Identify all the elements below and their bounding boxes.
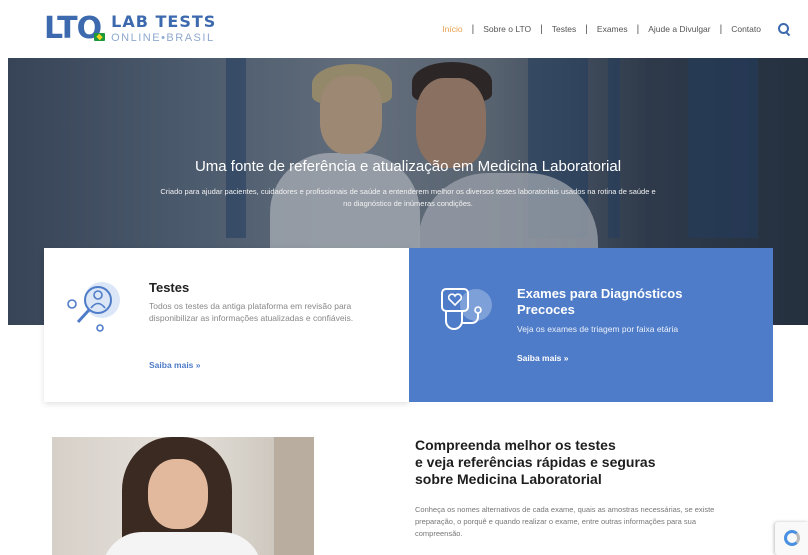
logo-mark: LTO [44, 11, 106, 46]
logo-mark-text: LTO [44, 11, 102, 46]
main-nav: Início | Sobre o LTO | Testes | Exames |… [433, 23, 790, 35]
nav-item-inicio[interactable]: Início [433, 24, 471, 34]
site-header: LTO LAB TESTS ONLINE•BRASIL Início | Sob… [0, 0, 808, 58]
card-testes-link[interactable]: Saiba mais » [149, 360, 201, 370]
nav-item-exames[interactable]: Exames [588, 24, 637, 34]
site-logo[interactable]: LTO LAB TESTS ONLINE•BRASIL [44, 14, 216, 44]
section-title-line: sobre Medicina Laboratorial [415, 471, 602, 487]
photo-coat [102, 532, 262, 555]
logo-subtitle: ONLINE•BRASIL [111, 32, 215, 44]
search-icon[interactable] [778, 23, 790, 35]
nav-item-sobre[interactable]: Sobre o LTO [474, 24, 540, 34]
card-exames-title: Exames para Diagnósticos Precoces [517, 286, 683, 317]
section-title-line: Compreenda melhor os testes [415, 437, 616, 453]
card-testes-text: Todos os testes da antiga plataforma em … [149, 301, 354, 323]
page: LTO LAB TESTS ONLINE•BRASIL Início | Sob… [0, 0, 808, 555]
card-testes-title: Testes [149, 280, 190, 295]
recaptcha-icon [784, 530, 800, 546]
brazil-flag-icon [94, 33, 106, 41]
nav-item-contato[interactable]: Contato [722, 24, 770, 34]
section-title-line: e veja referências rápidas e seguras [415, 454, 656, 470]
hero-subtitle: Criado para ajudar pacientes, cuidadores… [160, 187, 656, 208]
photo-face [148, 459, 208, 529]
nav-item-testes[interactable]: Testes [543, 24, 586, 34]
card-exames[interactable]: Exames para Diagnósticos Precoces Veja o… [409, 248, 773, 402]
hero-title: Uma fonte de referência e atualização em… [194, 158, 622, 175]
stethoscope-heart-icon [441, 288, 492, 330]
doctor-photo [52, 437, 314, 555]
photo-shelf [274, 437, 314, 555]
nav-item-ajude[interactable]: Ajude a Divulgar [639, 24, 719, 34]
magnifier-person-icon [67, 282, 120, 332]
logo-text: LAB TESTS ONLINE•BRASIL [111, 14, 216, 44]
section-title: Compreenda melhor os testes e veja refer… [415, 437, 735, 488]
card-exames-link[interactable]: Saiba mais » [517, 353, 569, 363]
card-exames-text: Veja os exames de triagem por faixa etár… [517, 324, 679, 334]
section-text: Conheça os nomes alternativos de cada ex… [415, 505, 715, 538]
recaptcha-badge[interactable] [775, 522, 808, 555]
card-testes[interactable]: Testes Todos os testes da antiga platafo… [44, 248, 409, 402]
logo-title: LAB TESTS [111, 12, 217, 31]
